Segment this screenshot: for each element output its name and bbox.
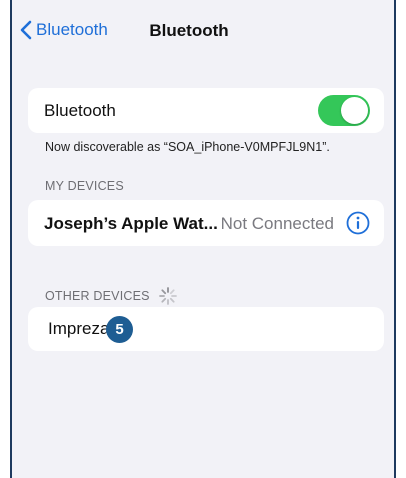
other-device-name: Impreza xyxy=(48,319,110,338)
info-icon[interactable] xyxy=(346,211,370,235)
my-devices-header: MY DEVICES xyxy=(45,179,124,193)
loading-spinner-icon xyxy=(158,287,177,305)
discoverable-caption: Now discoverable as “SOA_iPhone-V0MPFJL9… xyxy=(45,140,330,154)
other-devices-header-label: OTHER DEVICES xyxy=(45,289,150,303)
bluetooth-label: Bluetooth xyxy=(44,101,116,120)
toggle-knob xyxy=(341,97,368,124)
other-device-row[interactable]: Impreza xyxy=(28,307,384,351)
device-status: Not Connected xyxy=(220,214,334,233)
my-device-row[interactable]: Joseph’s Apple Wat... Not Connected xyxy=(28,200,384,246)
page-title: Bluetooth xyxy=(149,21,229,40)
bluetooth-toggle-row: Bluetooth xyxy=(28,88,384,133)
step-badge: 5 xyxy=(106,316,133,343)
bluetooth-toggle[interactable] xyxy=(318,95,370,126)
settings-screen: Bluetooth Bluetooth Bluetooth Now discov… xyxy=(10,0,396,478)
device-name: Joseph’s Apple Wat... xyxy=(44,214,218,233)
navigation-bar: Bluetooth Bluetooth xyxy=(12,0,394,62)
other-devices-header: OTHER DEVICES xyxy=(45,286,178,306)
